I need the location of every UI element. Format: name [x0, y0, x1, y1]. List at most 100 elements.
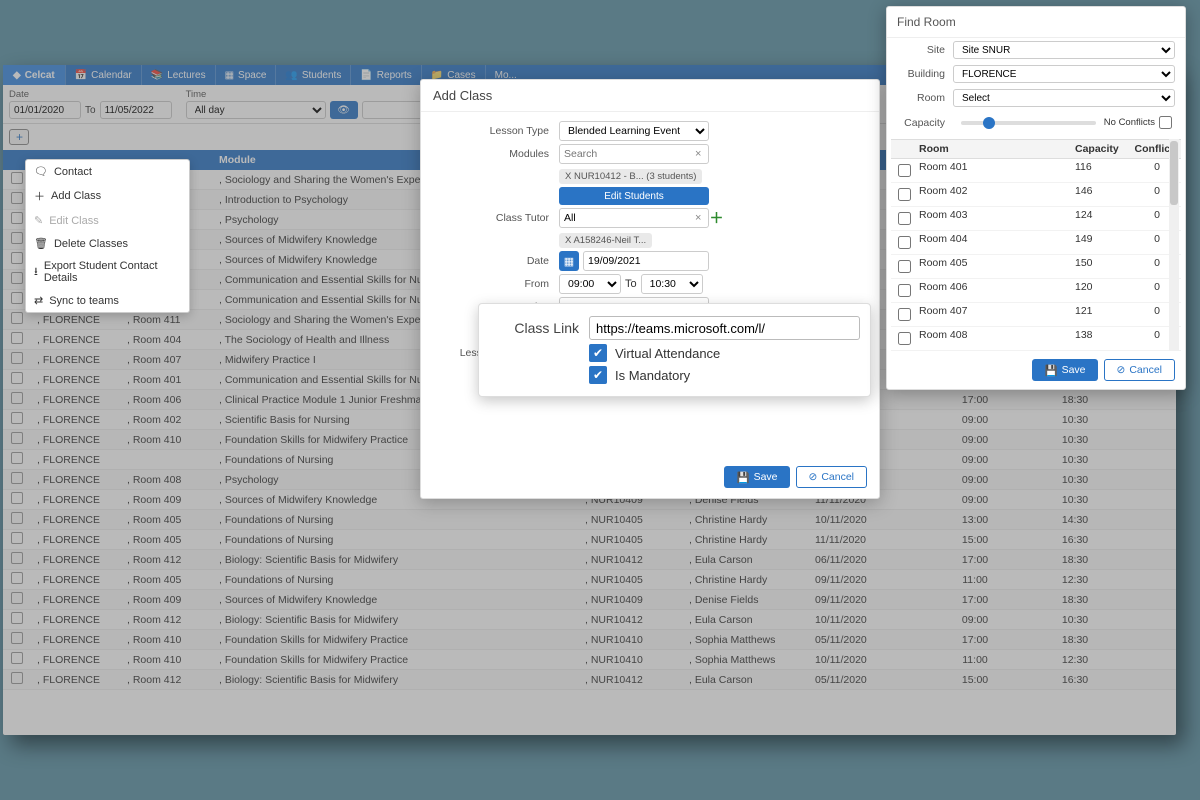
from-time[interactable]: 09:00 — [559, 274, 621, 294]
room-checkbox[interactable] — [898, 236, 911, 249]
clear-icon[interactable]: × — [695, 148, 701, 160]
fr-site-select[interactable]: Site SNUR — [953, 41, 1175, 59]
calendar-icon[interactable]: ▦ — [559, 251, 579, 271]
room-row[interactable]: Room 4041490 — [891, 231, 1181, 255]
modal-cancel-button[interactable]: ⊘Cancel — [796, 466, 868, 488]
lesson-type-select[interactable]: Blended Learning Event — [559, 121, 709, 141]
room-checkbox[interactable] — [898, 212, 911, 225]
edit-students-button[interactable]: Edit Students — [559, 187, 709, 205]
row-checkbox[interactable] — [11, 632, 23, 644]
noconflicts-checkbox[interactable] — [1159, 116, 1172, 129]
row-checkbox[interactable] — [11, 292, 23, 304]
virtual-attendance-checkbox[interactable]: ✔ — [589, 344, 607, 362]
fr-save-button[interactable]: 💾Save — [1032, 359, 1097, 381]
row-checkbox[interactable] — [11, 412, 23, 424]
date-field-label: Date — [431, 255, 559, 267]
room-checkbox[interactable] — [898, 164, 911, 177]
nav-students[interactable]: 👥Students — [275, 65, 350, 85]
add-row-button[interactable]: + — [9, 129, 29, 145]
row-checkbox[interactable] — [11, 372, 23, 384]
fr-building-select[interactable]: FLORENCE — [953, 65, 1175, 83]
ctx-contact[interactable]: 🗨Contact — [26, 160, 189, 183]
room-checkbox[interactable] — [898, 308, 911, 321]
room-row[interactable]: Room 4081380 — [891, 327, 1181, 351]
clear-icon[interactable]: × — [695, 212, 701, 224]
find-room-panel: Find Room SiteSite SNUR BuildingFLORENCE… — [886, 6, 1186, 390]
row-checkbox[interactable] — [11, 472, 23, 484]
room-row[interactable]: Room 4051500 — [891, 255, 1181, 279]
row-checkbox[interactable] — [11, 452, 23, 464]
row-checkbox[interactable] — [11, 392, 23, 404]
row-checkbox[interactable] — [11, 252, 23, 264]
row-checkbox[interactable] — [11, 432, 23, 444]
fr-room-select[interactable]: Select — [953, 89, 1175, 107]
fr-col-capacity[interactable]: Capacity — [1075, 143, 1133, 155]
table-row[interactable]: , FLORENCE, Room 405, Foundations of Nur… — [3, 570, 1176, 590]
time-select[interactable]: All day — [186, 101, 326, 119]
room-checkbox[interactable] — [898, 332, 911, 345]
module-chip[interactable]: X NUR10412 - B... (3 students) — [559, 169, 702, 184]
row-checkbox[interactable] — [11, 272, 23, 284]
modules-search[interactable] — [559, 144, 709, 164]
fr-cancel-button[interactable]: ⊘Cancel — [1104, 359, 1176, 381]
date-to-label: To — [85, 105, 96, 116]
add-tutor-icon[interactable]: ＋ — [709, 208, 723, 228]
row-checkbox[interactable] — [11, 552, 23, 564]
table-row[interactable]: , FLORENCE, Room 412, Biology: Scientifi… — [3, 550, 1176, 570]
room-row[interactable]: Room 4031240 — [891, 207, 1181, 231]
row-checkbox[interactable] — [11, 652, 23, 664]
row-checkbox[interactable] — [11, 212, 23, 224]
room-row[interactable]: Room 4061200 — [891, 279, 1181, 303]
nav-lectures[interactable]: 📚Lectures — [141, 65, 215, 85]
ctx-delete-classes[interactable]: 🗑Delete Classes — [26, 232, 189, 255]
row-checkbox[interactable] — [11, 492, 23, 504]
capacity-slider[interactable] — [961, 121, 1096, 125]
fr-col-room[interactable]: Room — [917, 143, 1075, 155]
table-row[interactable]: , FLORENCE, Room 410, Foundation Skills … — [3, 650, 1176, 670]
ctx-sync[interactable]: ⇄Sync to teams — [26, 289, 189, 312]
table-row[interactable]: , FLORENCE, Room 405, Foundations of Nur… — [3, 530, 1176, 550]
date-input[interactable] — [583, 251, 709, 271]
table-row[interactable]: , FLORENCE, Room 410, Foundation Skills … — [3, 630, 1176, 650]
room-checkbox[interactable] — [898, 260, 911, 273]
mandatory-checkbox[interactable]: ✔ — [589, 366, 607, 384]
table-row[interactable]: , FLORENCE, Room 412, Biology: Scientifi… — [3, 670, 1176, 690]
row-checkbox[interactable] — [11, 312, 23, 324]
row-checkbox[interactable] — [11, 352, 23, 364]
room-row[interactable]: Room 4021460 — [891, 183, 1181, 207]
row-checkbox[interactable] — [11, 232, 23, 244]
date-from-input[interactable] — [9, 101, 81, 119]
date-label: Date — [9, 89, 172, 100]
table-row[interactable]: , FLORENCE, Room 405, Foundations of Nur… — [3, 510, 1176, 530]
table-row[interactable]: , FLORENCE, Room 412, Biology: Scientifi… — [3, 610, 1176, 630]
row-checkbox[interactable] — [11, 672, 23, 684]
brand[interactable]: ◆Celcat — [3, 65, 65, 85]
room-row[interactable]: Room 4011160 — [891, 159, 1181, 183]
row-checkbox[interactable] — [11, 612, 23, 624]
row-checkbox[interactable] — [11, 192, 23, 204]
room-checkbox[interactable] — [898, 188, 911, 201]
class-link-input[interactable] — [589, 316, 860, 340]
ctx-export[interactable]: ⭳Export Student Contact Details — [26, 255, 189, 289]
modal-save-button[interactable]: 💾Save — [724, 466, 789, 488]
va-label: Virtual Attendance — [615, 346, 720, 361]
row-checkbox[interactable] — [11, 172, 23, 184]
row-checkbox[interactable] — [11, 592, 23, 604]
row-checkbox[interactable] — [11, 332, 23, 344]
row-checkbox[interactable] — [11, 532, 23, 544]
nav-space[interactable]: ▦Space — [215, 65, 276, 85]
room-row[interactable]: Room 4071210 — [891, 303, 1181, 327]
room-checkbox[interactable] — [898, 284, 911, 297]
table-row[interactable]: , FLORENCE, Room 409, Sources of Midwife… — [3, 590, 1176, 610]
scrollbar[interactable] — [1169, 139, 1179, 351]
nav-calendar[interactable]: 📅Calendar — [65, 65, 141, 85]
date-to-input[interactable] — [100, 101, 172, 119]
tutor-chip[interactable]: X A158246-Neil T... — [559, 233, 652, 248]
ctx-add-class[interactable]: ＋Add Class — [26, 183, 189, 209]
nav-reports[interactable]: 📄Reports — [350, 65, 420, 85]
tutor-input[interactable] — [559, 208, 709, 228]
search-icon-button[interactable]: 👁 — [330, 101, 358, 119]
row-checkbox[interactable] — [11, 572, 23, 584]
row-checkbox[interactable] — [11, 512, 23, 524]
to-time[interactable]: 10:30 — [641, 274, 703, 294]
